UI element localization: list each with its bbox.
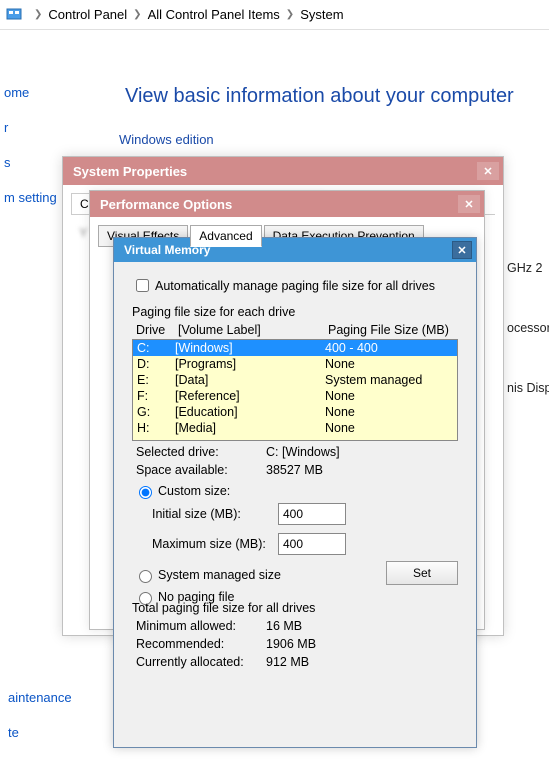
system-managed-radio[interactable]: [139, 570, 152, 583]
nav-link[interactable]: m setting: [0, 180, 60, 215]
left-nav: ome r s m setting aintenance te: [0, 30, 60, 215]
titlebar[interactable]: System Properties ✕: [63, 157, 503, 185]
col-drive: Drive: [136, 323, 178, 337]
chevron-right-icon: ❯: [133, 9, 141, 20]
col-volume: [Volume Label]: [178, 323, 328, 337]
drive-label: [Media]: [175, 421, 325, 435]
drive-label: [Windows]: [175, 341, 325, 355]
system-managed-label: System managed size: [158, 568, 281, 582]
custom-size-label: Custom size:: [158, 484, 230, 498]
min-allowed-label: Minimum allowed:: [136, 619, 266, 633]
drive-size: None: [325, 405, 453, 419]
breadcrumb-item[interactable]: System: [300, 7, 343, 22]
drive-letter: D:: [137, 357, 175, 371]
drive-letter: C:: [137, 341, 175, 355]
recommended-value: 1906 MB: [266, 637, 316, 651]
initial-size-label: Initial size (MB):: [152, 507, 278, 521]
currently-allocated-value: 912 MB: [266, 655, 309, 669]
selected-drive-label: Selected drive:: [136, 445, 266, 459]
cutoff-text: GHz 2 ocessor nis Disp: [507, 258, 549, 438]
currently-allocated-label: Currently allocated:: [136, 655, 266, 669]
drive-letter: E:: [137, 373, 175, 387]
page-title: View basic information about your comput…: [115, 30, 549, 128]
drive-letter: H:: [137, 421, 175, 435]
drive-label: [Data]: [175, 373, 325, 387]
drive-label: [Programs]: [175, 357, 325, 371]
set-button[interactable]: Set: [386, 561, 458, 585]
nav-link[interactable]: ome: [0, 75, 60, 110]
drive-row[interactable]: G:[Education]None: [133, 404, 457, 420]
col-size: Paging File Size (MB): [328, 323, 456, 337]
group-label: Paging file size for each drive: [132, 305, 458, 319]
section-heading: Windows edition: [115, 128, 549, 151]
min-allowed-value: 16 MB: [266, 619, 302, 633]
nav-link[interactable]: r: [0, 110, 60, 145]
initial-size-input[interactable]: [278, 503, 346, 525]
space-available-value: 38527 MB: [266, 463, 323, 477]
drive-row[interactable]: D:[Programs]None: [133, 356, 457, 372]
drive-row[interactable]: E:[Data]System managed: [133, 372, 457, 388]
drive-row[interactable]: F:[Reference]None: [133, 388, 457, 404]
drive-row[interactable]: C:[Windows]400 - 400: [133, 340, 457, 356]
drive-size: None: [325, 389, 453, 403]
drive-label: [Reference]: [175, 389, 325, 403]
custom-size-radio[interactable]: [139, 486, 152, 499]
drive-list-header: Drive [Volume Label] Paging File Size (M…: [136, 323, 456, 337]
drive-size: System managed: [325, 373, 453, 387]
tab-advanced[interactable]: Advanced: [190, 225, 261, 247]
nav-link[interactable]: s: [0, 145, 60, 180]
drive-label: [Education]: [175, 405, 325, 419]
nav-link[interactable]: aintenance: [4, 680, 72, 715]
close-icon[interactable]: ✕: [452, 241, 472, 259]
auto-manage-checkbox[interactable]: [136, 279, 149, 292]
titlebar[interactable]: Virtual Memory ✕: [114, 238, 476, 262]
close-icon[interactable]: ✕: [477, 162, 499, 180]
breadcrumb: ❯ Control Panel ❯ All Control Panel Item…: [0, 0, 549, 30]
control-panel-icon: [6, 7, 22, 23]
max-size-input[interactable]: [278, 533, 346, 555]
virtual-memory-window: Virtual Memory ✕ Automatically manage pa…: [113, 237, 477, 748]
window-title: System Properties: [73, 164, 187, 179]
drive-row[interactable]: H:[Media]None: [133, 420, 457, 436]
chevron-right-icon: ❯: [286, 9, 294, 20]
chevron-right-icon: ❯: [34, 9, 42, 20]
nav-link[interactable]: te: [4, 715, 72, 750]
main-content: View basic information about your comput…: [115, 30, 549, 151]
recommended-label: Recommended:: [136, 637, 266, 651]
drive-letter: F:: [137, 389, 175, 403]
drive-letter: G:: [137, 405, 175, 419]
titlebar[interactable]: Performance Options ✕: [90, 191, 484, 217]
breadcrumb-item[interactable]: Control Panel: [48, 7, 127, 22]
window-title: Performance Options: [100, 197, 232, 212]
auto-manage-label: Automatically manage paging file size fo…: [155, 279, 435, 293]
drive-size: None: [325, 357, 453, 371]
close-icon[interactable]: ✕: [458, 195, 480, 213]
max-size-label: Maximum size (MB):: [152, 537, 278, 551]
drive-list[interactable]: C:[Windows]400 - 400D:[Programs]NoneE:[D…: [132, 339, 458, 441]
drive-size: 400 - 400: [325, 341, 453, 355]
breadcrumb-item[interactable]: All Control Panel Items: [148, 7, 280, 22]
totals-label: Total paging file size for all drives: [132, 601, 458, 615]
space-available-label: Space available:: [136, 463, 266, 477]
drive-size: None: [325, 421, 453, 435]
selected-drive-value: C: [Windows]: [266, 445, 340, 459]
